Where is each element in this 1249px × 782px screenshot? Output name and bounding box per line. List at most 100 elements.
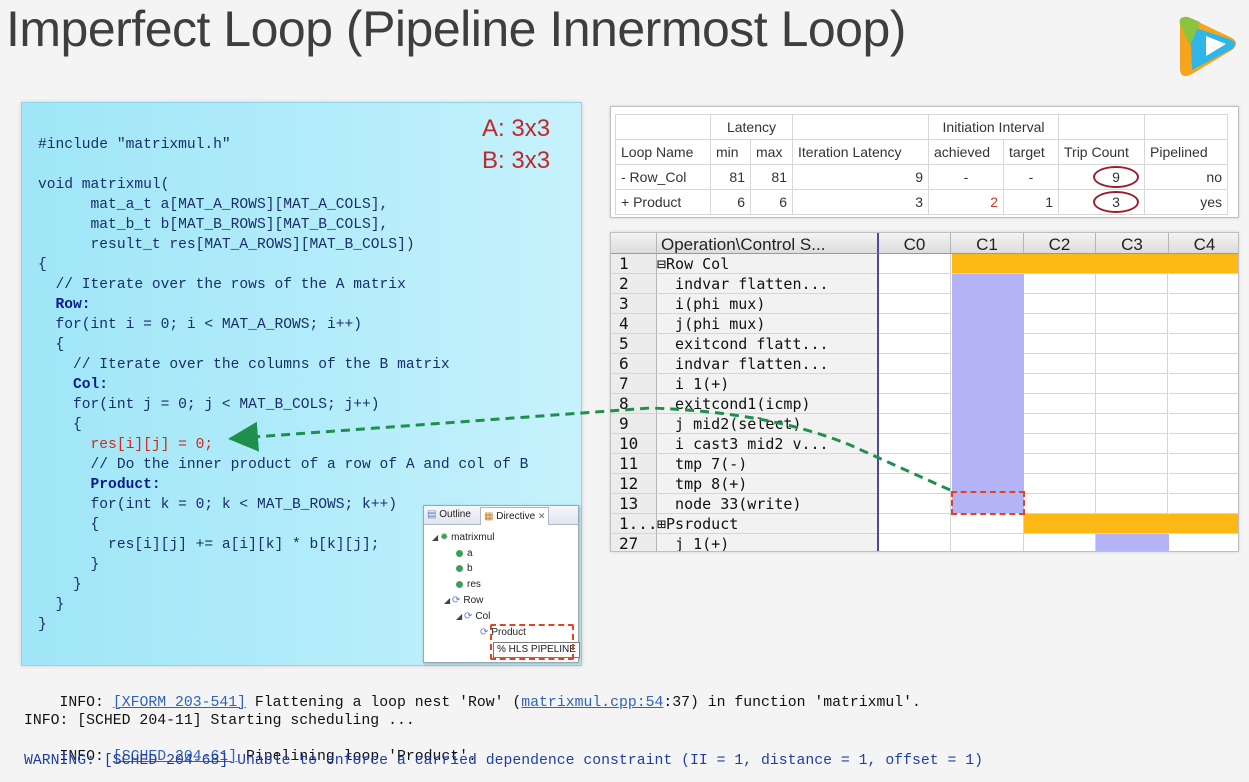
outline-directive-view: ▤ Outline ▦ Directive ✕ ◢ ✹ matrixmul a b… xyxy=(423,505,580,663)
code-line: mat_a_t a[MAT_A_ROWS][MAT_A_COLS], xyxy=(38,197,389,213)
grid-cell xyxy=(1024,394,1096,414)
grid-row-number: 10 xyxy=(611,434,657,454)
grid-cell xyxy=(1024,354,1096,374)
grid-row-number: 6 xyxy=(611,354,657,374)
grid-cell xyxy=(879,354,951,374)
col-header: Pipelined xyxy=(1144,139,1228,165)
grid-cell xyxy=(1096,274,1168,294)
c1-operations-bar[interactable] xyxy=(952,274,1024,513)
code-line: } xyxy=(38,557,100,573)
grid-cell xyxy=(1096,314,1168,334)
group-header-latency: Latency xyxy=(710,114,793,140)
expand-arrow-icon[interactable]: ◢ xyxy=(444,595,452,607)
expand-arrow-icon[interactable]: ◢ xyxy=(432,532,440,544)
cell-max: 81 xyxy=(750,164,793,190)
grid-cell xyxy=(879,314,951,334)
j-increment-bar[interactable] xyxy=(1096,534,1169,551)
grid-header-c4[interactable]: C4 xyxy=(1169,233,1238,254)
grid-cell xyxy=(1024,434,1096,454)
grid-cell xyxy=(1024,374,1096,394)
log-line-sched-start: INFO: [SCHED 204-11] Starting scheduling… xyxy=(24,713,415,729)
dims-a: A: 3x3 xyxy=(482,115,551,142)
tree-item-res[interactable]: res xyxy=(456,579,481,591)
grid-operation-name[interactable]: node 33(write) xyxy=(657,494,878,514)
code-line: #include "matrixmul.h" xyxy=(38,137,231,153)
cell-loop-name: - Row_Col xyxy=(615,164,711,190)
grid-cell xyxy=(1169,334,1238,354)
code-line: res[i][j] += a[i][k] * b[k][j]; xyxy=(38,537,380,553)
tab-outline[interactable]: ▤ Outline xyxy=(427,509,471,520)
grid-operation-name[interactable]: ⊞Psroduct xyxy=(657,514,878,534)
grid-cell xyxy=(1096,494,1168,514)
grid-operation-name[interactable]: j(phi mux) xyxy=(657,314,878,334)
latency-table-panel: Latency Initiation Interval Loop Name mi… xyxy=(610,106,1239,218)
grid-row-number: 7 xyxy=(611,374,657,394)
grid-operation-name[interactable]: indvar flatten... xyxy=(657,354,878,374)
tab-directive[interactable]: ▦ Directive ✕ xyxy=(480,507,550,525)
col-header: achieved xyxy=(928,139,1004,165)
grid-cell xyxy=(1169,474,1238,494)
tree-item-col[interactable]: ◢ ⟳ Col xyxy=(456,611,490,623)
grid-cell xyxy=(879,294,951,314)
grid-row-number: 12 xyxy=(611,474,657,494)
col-header: Trip Count xyxy=(1058,139,1145,165)
loop-label-col: Col: xyxy=(38,377,109,393)
grid-cell xyxy=(1024,454,1096,474)
grid-operation-name[interactable]: tmp 7(-) xyxy=(657,454,878,474)
grid-cell xyxy=(1169,294,1238,314)
table-header-cell xyxy=(1058,114,1145,140)
grid-cell xyxy=(1024,474,1096,494)
grid-header-c3[interactable]: C3 xyxy=(1096,233,1169,254)
expand-arrow-icon[interactable]: ◢ xyxy=(456,611,464,623)
code-line: void matrixmul( xyxy=(38,177,170,193)
tree-item-a[interactable]: a xyxy=(456,548,473,560)
grid-operation-name[interactable]: i cast3 mid2 v... xyxy=(657,434,878,454)
latency-table: Latency Initiation Interval Loop Name mi… xyxy=(615,114,1228,215)
loop-label-row: Row: xyxy=(38,297,91,313)
play-logo-icon xyxy=(1179,16,1236,76)
cell-pipelined: yes xyxy=(1144,189,1228,215)
outline-icon: ▤ xyxy=(427,509,437,520)
grid-operation-name[interactable]: j mid2(select) xyxy=(657,414,878,434)
table-row: + Product 6 6 3 2 1 3 yes xyxy=(615,189,1228,215)
grid-cell xyxy=(1169,434,1238,454)
cell-max: 6 xyxy=(750,189,793,215)
row-col-bar[interactable] xyxy=(952,254,1238,273)
log-link-source[interactable]: matrixmul.cpp:54 xyxy=(521,695,663,711)
grid-cell xyxy=(879,474,951,494)
grid-operation-name[interactable]: indvar flatten... xyxy=(657,274,878,294)
grid-cell xyxy=(879,414,951,434)
grid-cell xyxy=(1169,454,1238,474)
grid-corner xyxy=(611,233,657,254)
grid-cell xyxy=(1024,534,1096,551)
grid-cell xyxy=(1169,494,1238,514)
grid-cell xyxy=(879,454,951,474)
grid-header-c0[interactable]: C0 xyxy=(879,233,951,254)
tree-item-b[interactable]: b xyxy=(456,563,473,575)
col-header: Iteration Latency xyxy=(792,139,929,165)
tree-item-row[interactable]: ◢ ⟳ Row xyxy=(444,595,483,607)
grid-operation-name[interactable]: i 1(+) xyxy=(657,374,878,394)
log-link-xform[interactable]: [XFORM 203-541] xyxy=(113,695,246,711)
grid-header-c2[interactable]: C2 xyxy=(1024,233,1096,254)
grid-header-operation[interactable]: Operation\Control S... xyxy=(657,233,879,254)
grid-operation-name[interactable]: exitcond flatt... xyxy=(657,334,878,354)
cell-pipelined: no xyxy=(1144,164,1228,190)
grid-cell xyxy=(1169,274,1238,294)
grid-header-c1[interactable]: C1 xyxy=(951,233,1024,254)
grid-operation-name[interactable]: ⊟Row Col xyxy=(657,254,878,274)
close-icon[interactable]: ✕ xyxy=(538,511,546,521)
grid-cell xyxy=(1096,354,1168,374)
col-header: min xyxy=(710,139,751,165)
product-bar[interactable] xyxy=(1024,514,1238,533)
grid-operation-name[interactable]: i(phi mux) xyxy=(657,294,878,314)
grid-operation-name[interactable]: exitcond1(icmp) xyxy=(657,394,878,414)
grid-operation-name[interactable]: j 1(+) xyxy=(657,534,878,551)
grid-cell xyxy=(879,534,951,551)
grid-operation-name[interactable]: tmp 8(+) xyxy=(657,474,878,494)
code-line: result_t res[MAT_A_ROWS][MAT_B_COLS]) xyxy=(38,237,415,253)
cell-loop-name: + Product xyxy=(615,189,711,215)
grid-cell xyxy=(952,534,1024,551)
grid-cell xyxy=(1024,274,1096,294)
tree-item-matrixmul[interactable]: ◢ ✹ matrixmul xyxy=(432,532,495,544)
